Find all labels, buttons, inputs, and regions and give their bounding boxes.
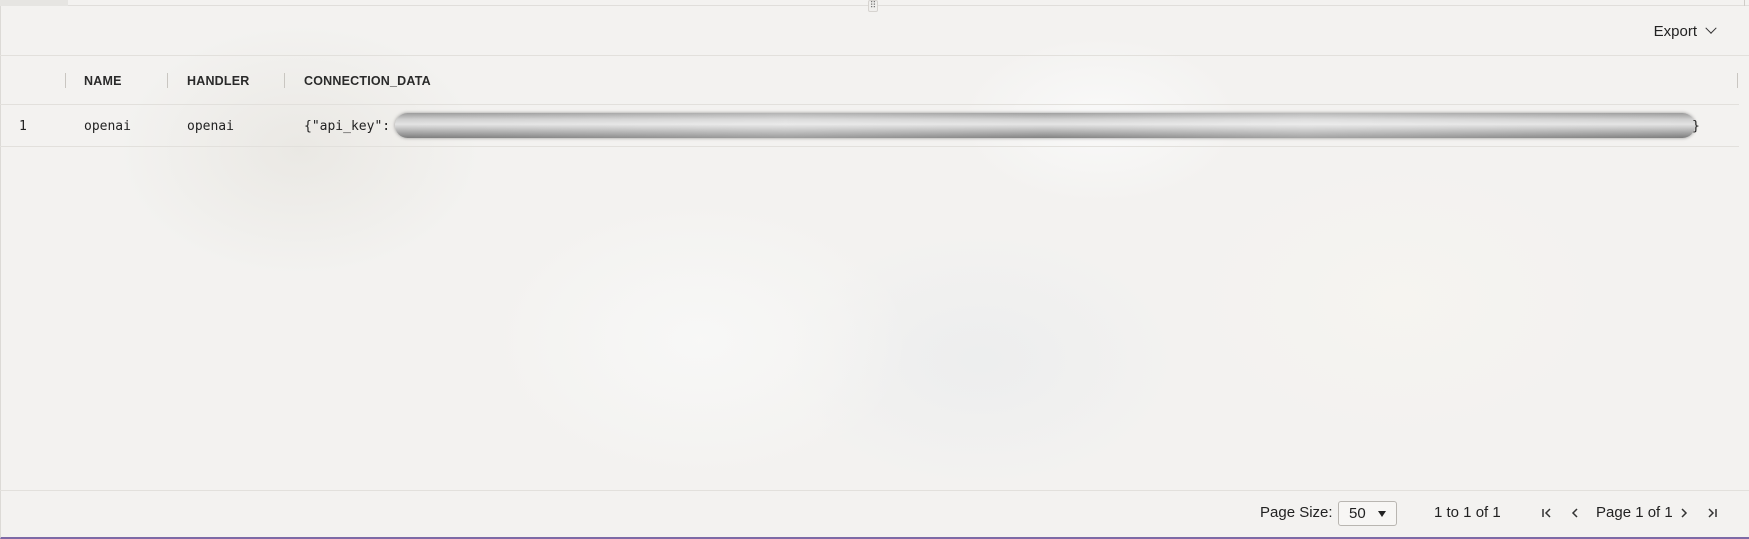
page-size-value: 50 [1349, 505, 1366, 522]
tab-stub[interactable] [0, 0, 68, 6]
table-row[interactable]: 1 openai openai {"api_key": } [0, 106, 1739, 147]
column-separator[interactable] [65, 73, 66, 88]
divider [1744, 0, 1745, 6]
previous-page-icon[interactable] [1567, 504, 1583, 522]
row-range-text: 1 to 1 of 1 [1434, 504, 1501, 521]
results-toolbar: Export [0, 7, 1749, 56]
chevron-down-icon [1705, 22, 1717, 34]
page-size-select[interactable]: 50 [1338, 501, 1397, 526]
next-page-icon[interactable] [1676, 504, 1692, 522]
cell-name[interactable]: openai [84, 106, 131, 146]
first-page-icon[interactable] [1539, 504, 1555, 522]
caret-down-icon [1378, 511, 1386, 517]
grid-header: NAME HANDLER CONNECTION_DATA [0, 57, 1739, 105]
column-separator[interactable] [284, 73, 285, 88]
cell-connection-data-end: } [1692, 118, 1700, 134]
column-header-name[interactable]: NAME [84, 57, 122, 104]
column-separator[interactable] [1737, 73, 1738, 88]
page-indicator: Page 1 of 1 [1596, 504, 1673, 521]
page-size-label: Page Size: [1260, 504, 1333, 521]
last-page-icon[interactable] [1704, 504, 1720, 522]
cell-connection-data[interactable]: {"api_key": [304, 106, 390, 146]
column-header-handler[interactable]: HANDLER [187, 57, 250, 104]
export-button-label: Export [1653, 22, 1697, 40]
column-header-connection-data[interactable]: CONNECTION_DATA [304, 57, 431, 104]
cell-handler[interactable]: openai [187, 106, 234, 146]
export-button[interactable]: Export [1653, 19, 1717, 43]
redacted-api-key [395, 113, 1695, 138]
pagination-bar: Page Size: 50 1 to 1 of 1 Page 1 of 1 [0, 490, 1749, 537]
row-index: 1 [19, 118, 27, 134]
column-separator[interactable] [167, 73, 168, 88]
